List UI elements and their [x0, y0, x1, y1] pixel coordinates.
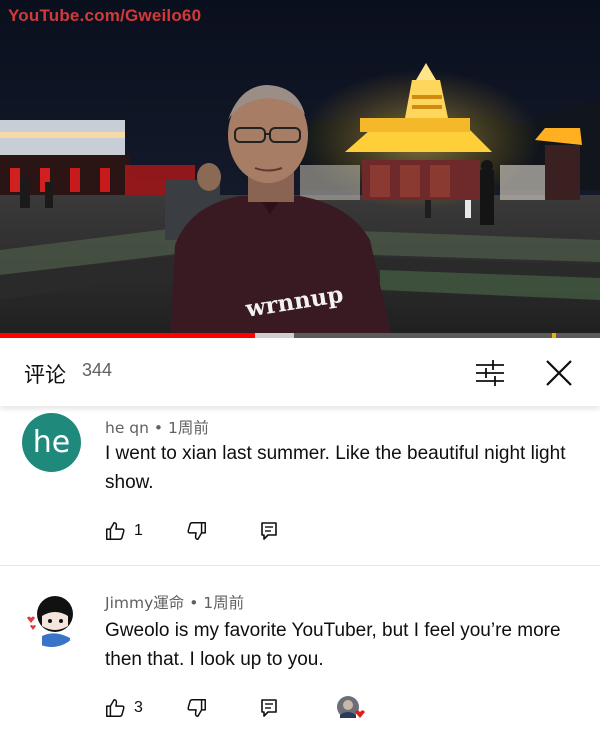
comment-text: I went to xian last summer. Like the bea…: [105, 443, 566, 493]
thumbs-up-icon: [106, 522, 125, 540]
like-button[interactable]: 1: [104, 518, 143, 544]
dislike-button[interactable]: [186, 518, 208, 544]
like-count: 3: [134, 699, 143, 716]
comment-meta: Jimmy運命 • 1周前: [105, 591, 244, 613]
reply-icon: [261, 699, 277, 717]
reply-icon: [261, 522, 277, 540]
creator-heart-badge: [336, 695, 366, 721]
meta-separator: •: [153, 419, 168, 437]
comment-divider: [0, 565, 600, 566]
comments-title: 评论: [24, 363, 66, 387]
sort-sliders-icon[interactable]: [474, 358, 506, 388]
video-watermark: YouTube.com/Gweilo60: [8, 6, 202, 25]
video-frame: wrnnup: [0, 0, 600, 338]
comments-header: 评论 344: [0, 338, 600, 406]
like-count: 1: [134, 522, 143, 539]
thumbs-down-icon: [187, 522, 206, 540]
thumbs-down-icon: [187, 699, 206, 717]
comment-author[interactable]: Jimmy運命: [105, 594, 184, 612]
reply-button[interactable]: [260, 695, 278, 721]
like-button[interactable]: 3: [104, 695, 143, 721]
thumbs-up-icon: [106, 699, 125, 717]
anime-avatar-icon: [27, 596, 73, 647]
comment-author[interactable]: he qn: [105, 419, 149, 437]
video-player[interactable]: wrnnup YouTube.com/Gweilo60: [0, 0, 600, 338]
close-icon[interactable]: [544, 358, 574, 388]
avatar-text: he: [32, 425, 71, 460]
reply-button[interactable]: [260, 518, 278, 544]
avatar[interactable]: [22, 588, 81, 647]
meta-separator: •: [189, 594, 204, 612]
dislike-button[interactable]: [186, 695, 208, 721]
comment-time: 1周前: [167, 419, 209, 437]
comments-count: 344: [82, 360, 113, 380]
avatar[interactable]: he: [22, 413, 81, 472]
comment-time: 1周前: [203, 594, 245, 612]
comment-meta: he qn • 1周前: [105, 416, 209, 438]
comment-text: Gweolo is my favorite YouTuber, but I fe…: [105, 620, 561, 670]
creator-heart-icon: [337, 696, 365, 718]
